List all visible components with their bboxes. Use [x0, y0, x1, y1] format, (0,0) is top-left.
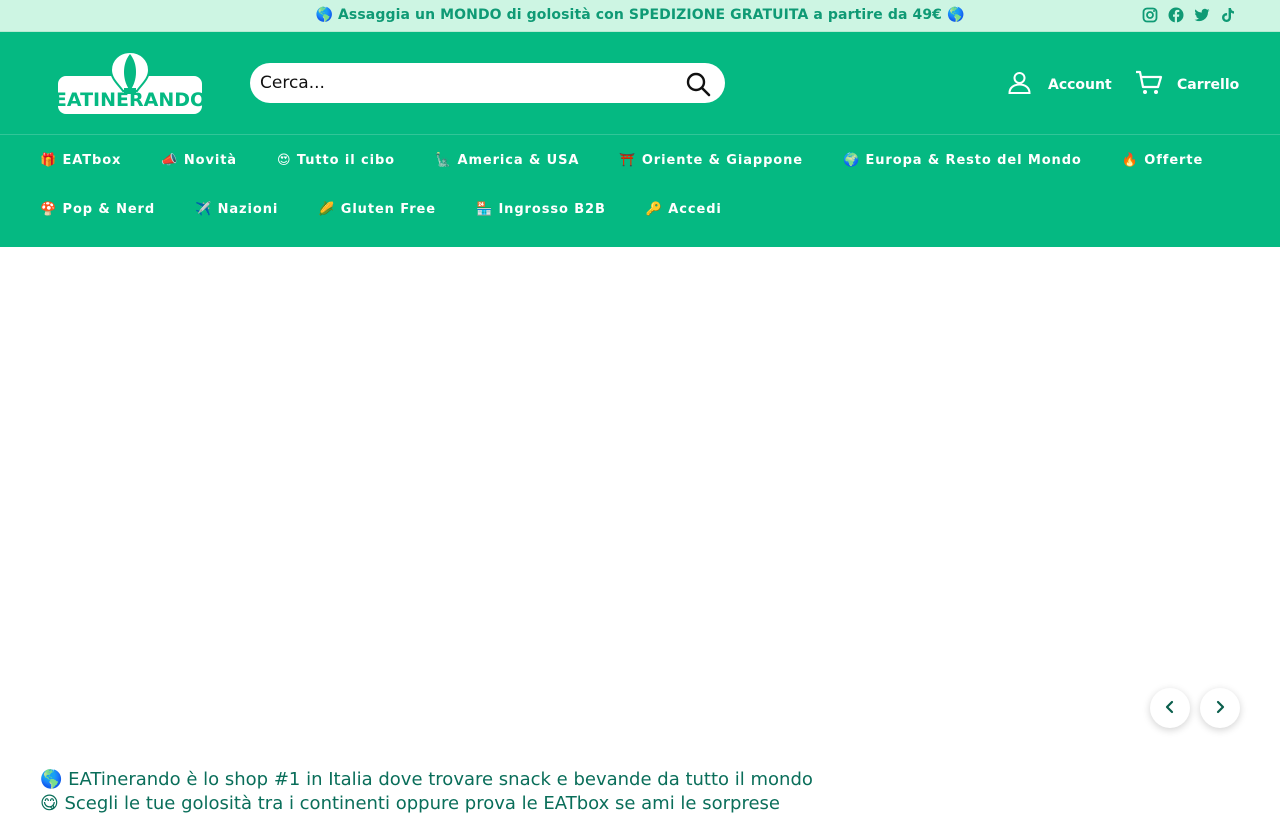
tiktok-icon[interactable] — [1220, 7, 1236, 23]
header-divider — [0, 134, 1280, 135]
user-icon — [1007, 70, 1032, 99]
facebook-icon[interactable] — [1168, 7, 1184, 23]
nav-row-1: 🎁 EATbox 📣 Novità 😍 Tutto il cibo 🗽 Amer… — [40, 136, 1240, 185]
nav-item-eatbox[interactable]: 🎁 EATbox — [40, 153, 121, 168]
search-icon[interactable] — [685, 71, 711, 97]
nav-item-pop-nerd[interactable]: 🍄 Pop & Nerd — [40, 202, 155, 217]
slider-prev-button[interactable] — [1150, 688, 1190, 728]
nav-row-2: 🍄 Pop & Nerd ✈️ Nazioni 🌽 Gluten Free 🏪 … — [40, 185, 1240, 234]
nav-item-offerte[interactable]: 🔥 Offerte — [1122, 153, 1203, 168]
nav-item-nazioni[interactable]: ✈️ Nazioni — [195, 202, 278, 217]
chevron-right-icon — [1213, 699, 1227, 718]
nav-item-accedi[interactable]: 🔑 Accedi — [646, 202, 722, 217]
slider-next-button[interactable] — [1200, 688, 1240, 728]
intro-text: 🌎 EATinerando è lo shop #1 in Italia dov… — [40, 768, 813, 816]
main-nav: 🎁 EATbox 📣 Novità 😍 Tutto il cibo 🗽 Amer… — [40, 136, 1240, 234]
announcement-text: 🌎 Assaggia un MONDO di golosità con SPED… — [315, 7, 965, 23]
cart-label: Carrello — [1177, 77, 1240, 93]
account-link[interactable]: Account — [1007, 70, 1112, 99]
intro-line-1: 🌎 EATinerando è lo shop #1 in Italia dov… — [40, 769, 813, 790]
nav-item-oriente-giappone[interactable]: ⛩️ Oriente & Giappone — [619, 153, 803, 168]
search-input[interactable] — [260, 63, 670, 103]
nav-item-gluten-free[interactable]: 🌽 Gluten Free — [318, 202, 436, 217]
intro-line-2: 😋 Scegli le tue golosità tra i continent… — [40, 793, 780, 814]
cart-icon — [1135, 70, 1163, 100]
nav-item-america-usa[interactable]: 🗽 America & USA — [435, 153, 579, 168]
nav-item-tutto-il-cibo[interactable]: 😍 Tutto il cibo — [277, 153, 395, 168]
eatinerando-logo[interactable]: EATINERANDO — [54, 50, 206, 118]
site-header: EATINERANDO Account Carrello 🎁 EATbox 📣 … — [0, 32, 1280, 247]
chevron-left-icon — [1163, 699, 1177, 718]
hero-slider — [0, 247, 1280, 737]
search-bar — [250, 63, 725, 103]
nav-item-europa-resto-del-mondo[interactable]: 🌍 Europa & Resto del Mondo — [843, 153, 1082, 168]
social-links — [1142, 7, 1236, 23]
announcement-bar: 🌎 Assaggia un MONDO di golosità con SPED… — [0, 0, 1280, 32]
nav-item-ingrosso-b2b[interactable]: 🏪 Ingrosso B2B — [476, 202, 606, 217]
account-label: Account — [1048, 76, 1112, 93]
logo-text: EATINERANDO — [56, 89, 204, 111]
twitter-icon[interactable] — [1194, 7, 1210, 23]
instagram-icon[interactable] — [1142, 7, 1158, 23]
cart-link[interactable]: Carrello — [1135, 70, 1239, 100]
nav-item-novita[interactable]: 📣 Novità — [161, 153, 237, 168]
